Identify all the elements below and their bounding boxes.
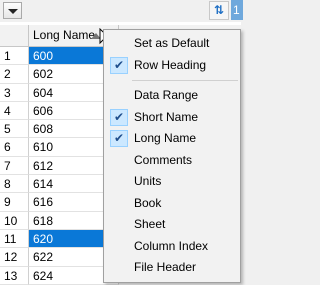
checkmark-icon: ✔ [110, 56, 128, 74]
sort-arrows-icon[interactable]: ⇅ [209, 1, 229, 20]
row-number[interactable]: 7 [0, 156, 29, 176]
menu-item-file-header[interactable]: File Header [104, 257, 240, 279]
row-number[interactable]: 8 [0, 175, 29, 194]
menu-item-label: Row Heading [134, 57, 207, 72]
row-number[interactable]: 1 [0, 47, 29, 66]
menu-item-label: File Header [134, 260, 197, 274]
header-corner[interactable] [0, 25, 29, 47]
menu-item-label: Short Name [134, 109, 199, 124]
menu-item-label: Sheet [134, 217, 166, 231]
row-number[interactable]: 2 [0, 65, 29, 84]
menu-item-set-as-default[interactable]: Set as Default [104, 33, 240, 55]
menu-item-label: Book [134, 195, 162, 210]
row-number[interactable]: 10 [0, 211, 29, 230]
menu-item-label: Data Range [134, 88, 199, 102]
checkmark-icon: ✔ [110, 108, 128, 126]
menu-item-label: Units [134, 174, 162, 188]
menu-item-row-heading[interactable]: ✔ Row Heading [104, 55, 240, 77]
menu-item-comments[interactable]: Comments [104, 150, 240, 172]
menu-item-book[interactable]: Book [104, 193, 240, 215]
menu-item-label: Comments [134, 152, 193, 167]
context-menu: Set as Default ✔ Row Heading Data Range ✔ Sh… [103, 29, 241, 283]
row-number[interactable]: 13 [0, 266, 29, 285]
row-number[interactable]: 4 [0, 101, 29, 121]
menu-item-label: Column Index [134, 238, 209, 253]
menu-item-sheet[interactable]: Sheet [104, 214, 240, 236]
column-header-label: Long Name [33, 28, 96, 42]
menu-item-units[interactable]: Units [104, 171, 240, 193]
row-number[interactable]: 6 [0, 138, 29, 157]
chevron-down-icon[interactable] [3, 2, 22, 19]
menu-item-data-range[interactable]: Data Range [104, 85, 240, 107]
panel-badge[interactable]: 1 [231, 0, 243, 20]
menu-item-column-index[interactable]: Column Index [104, 236, 240, 258]
menu-item-long-name[interactable]: ✔ Long Name [104, 128, 240, 150]
toolbar: ⇅ 1 [0, 0, 243, 22]
menu-separator [132, 80, 238, 81]
row-number[interactable]: 12 [0, 248, 29, 267]
menu-item-short-name[interactable]: ✔ Short Name [104, 107, 240, 129]
row-number[interactable]: 5 [0, 120, 29, 139]
row-number[interactable]: 3 [0, 83, 29, 102]
row-number[interactable]: 9 [0, 193, 29, 212]
row-number[interactable]: 11 [0, 229, 29, 249]
checkmark-icon: ✔ [110, 130, 128, 147]
menu-item-label: Long Name [134, 131, 197, 145]
menu-item-label: Set as Default [134, 36, 210, 50]
